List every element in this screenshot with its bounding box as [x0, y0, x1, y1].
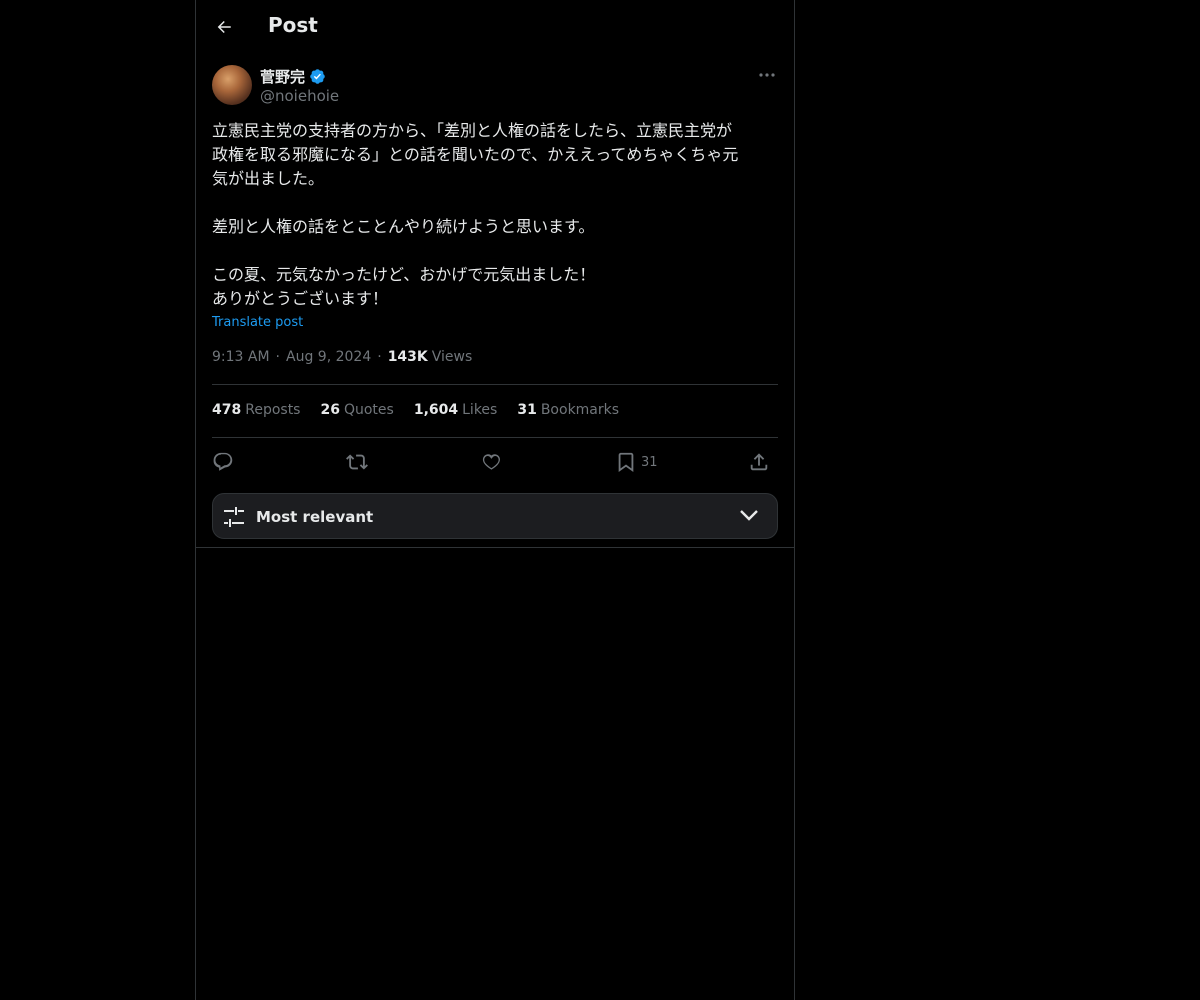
chevron-down-icon	[740, 510, 758, 521]
bookmarks-label: Bookmarks	[540, 402, 620, 418]
like-icon	[482, 454, 500, 470]
views-count: 143K	[387, 349, 428, 365]
quotes-count: 26	[320, 402, 340, 418]
back-button[interactable]	[208, 11, 240, 43]
post-text-line: 差別と人権の話をとことんやり続けようと思います。	[212, 217, 595, 236]
bookmarks-count: 31	[517, 402, 537, 418]
divider	[212, 384, 778, 385]
bookmark-button[interactable]: 31	[615, 448, 658, 476]
likes-label: Likes	[462, 402, 498, 418]
author-handle[interactable]: @noiehoie	[260, 87, 339, 105]
post-text-line: ありがとうございます！	[212, 289, 389, 308]
divider	[196, 547, 794, 548]
post-header: Post	[196, 0, 794, 54]
reply-icon	[213, 452, 233, 471]
bookmarks-stat[interactable]: 31 Bookmarks	[517, 402, 619, 418]
primary-column: Post 菅野完 @noiehoie 立憲民主党の支持者の方から、「差別と人権の…	[195, 0, 795, 1000]
reposts-count: 478	[212, 402, 242, 418]
author-name-row: 菅野完	[260, 66, 326, 87]
more-options-button[interactable]	[756, 65, 778, 85]
reply-sort-dropdown[interactable]: Most relevant	[212, 493, 778, 539]
likes-stat[interactable]: 1,604 Likes	[414, 402, 498, 418]
translate-post-link[interactable]: Translate post	[212, 315, 303, 330]
quotes-stat[interactable]: 26 Quotes	[320, 402, 393, 418]
post-author: 菅野完 @noiehoie	[212, 65, 778, 107]
meta-separator: ·	[377, 349, 382, 365]
views-label: Views	[431, 349, 473, 365]
post-text-line: 立憲民主党の支持者の方から、「差別と人権の話をしたら、立憲民主党が	[212, 121, 733, 140]
repost-icon	[346, 454, 368, 470]
meta-separator: ·	[275, 349, 280, 365]
quotes-label: Quotes	[343, 402, 394, 418]
verified-badge-icon[interactable]	[309, 68, 326, 85]
bookmark-icon	[618, 452, 634, 473]
reposts-stat[interactable]: 478 Reposts	[212, 402, 300, 418]
like-button[interactable]	[480, 448, 502, 476]
post-date[interactable]: Aug 9, 2024	[286, 349, 371, 365]
post-text: 立憲民主党の支持者の方から、「差別と人権の話をしたら、立憲民主党が 政権を取る邪…	[212, 119, 778, 311]
sort-label: Most relevant	[256, 508, 374, 526]
post-meta: 9:13 AM · Aug 9, 2024 · 143K Views	[212, 349, 472, 365]
author-display-name[interactable]: 菅野完	[260, 66, 305, 87]
repost-button[interactable]	[346, 448, 368, 476]
post-text-line: この夏、元気なかったけど、おかげで元気出ました！	[212, 265, 596, 284]
share-button[interactable]	[748, 448, 770, 476]
bookmark-count: 31	[641, 454, 658, 470]
sliders-icon	[224, 507, 244, 527]
post-text-line: 政権を取る邪魔になる」との話を聞いたので、かええってめちゃくちゃ元	[212, 145, 739, 164]
avatar[interactable]	[212, 65, 252, 105]
more-icon	[759, 73, 775, 77]
page-title: Post	[268, 13, 318, 37]
likes-count: 1,604	[413, 402, 459, 418]
back-arrow-icon	[217, 21, 231, 33]
share-icon	[750, 453, 768, 471]
post-time[interactable]: 9:13 AM	[212, 349, 270, 365]
post-text-line: 気が出ました。	[212, 169, 325, 188]
engagement-stats: 478 Reposts 26 Quotes 1,604 Likes 31 Bookmar…	[212, 402, 619, 418]
post-actions: 31	[212, 448, 778, 476]
divider	[212, 437, 778, 438]
reply-button[interactable]	[212, 448, 234, 476]
reposts-label: Reposts	[245, 402, 301, 418]
